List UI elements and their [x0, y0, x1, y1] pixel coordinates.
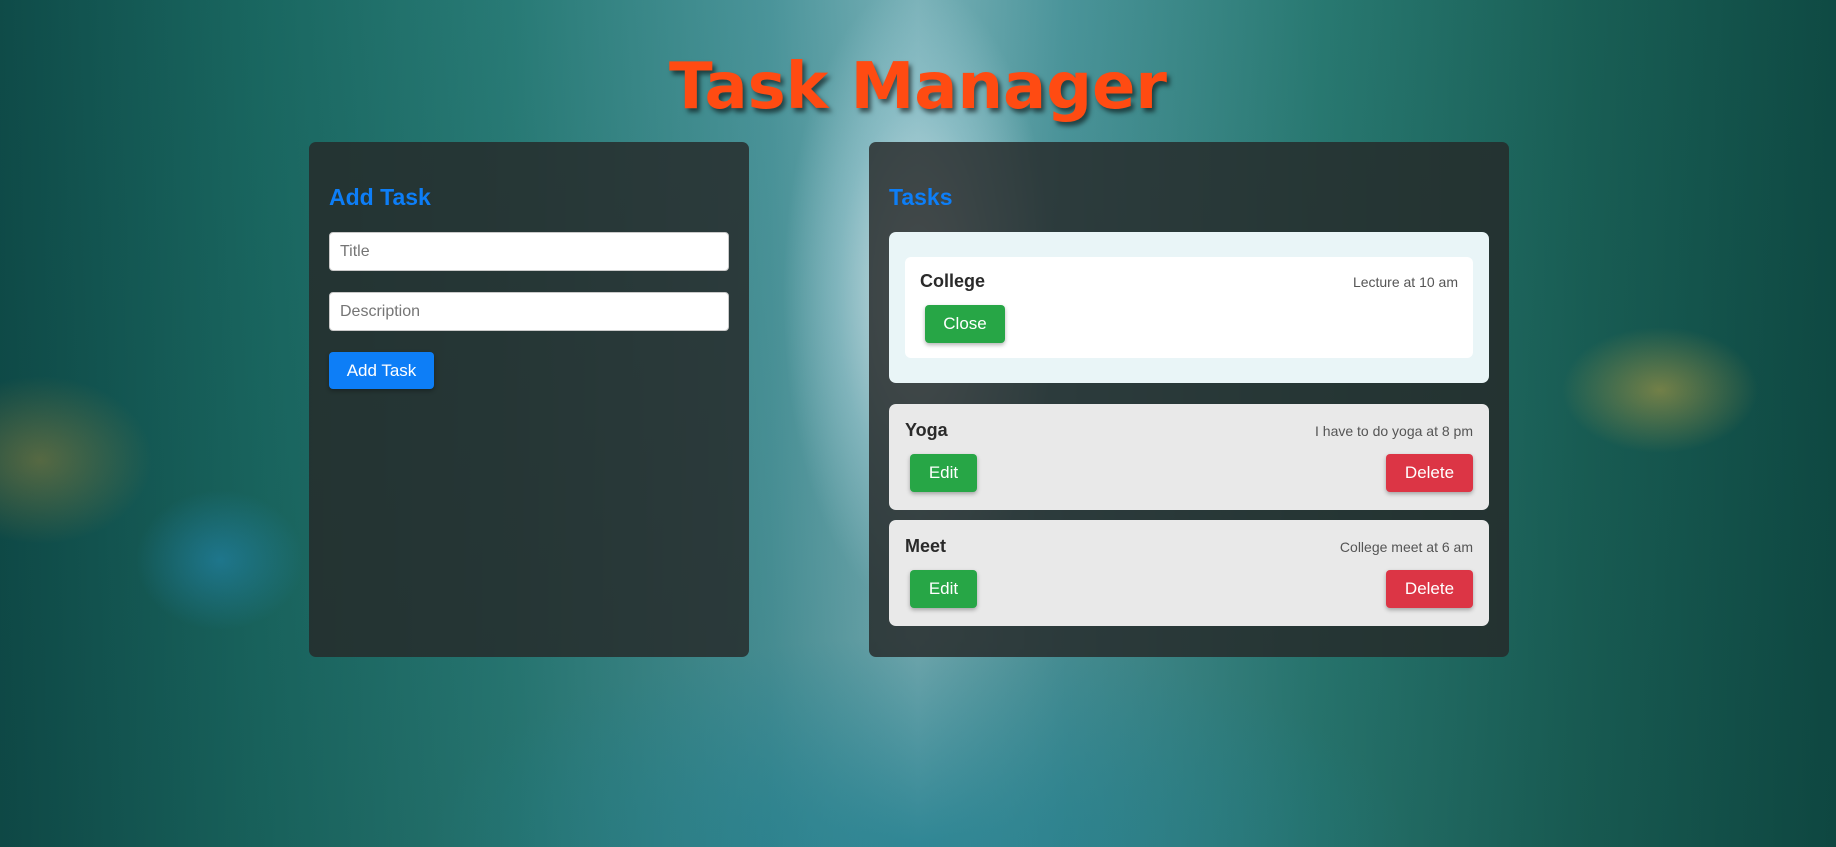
- edit-button[interactable]: Edit: [910, 570, 977, 608]
- title-input[interactable]: [329, 232, 729, 271]
- page-title: Task Manager: [669, 50, 1167, 124]
- add-task-heading: Add Task: [329, 184, 431, 210]
- task-item[interactable]: Yoga I have to do yoga at 8 pm Edit Dele…: [889, 404, 1489, 510]
- task-header: College Lecture at 10 am: [920, 271, 1458, 292]
- delete-button[interactable]: Delete: [1386, 570, 1473, 608]
- task-item[interactable]: Meet College meet at 6 am Edit Delete: [889, 520, 1489, 626]
- task-actions: Edit Delete: [905, 454, 1473, 492]
- add-task-panel: Add Task Add Task: [309, 142, 749, 657]
- task-header: Yoga I have to do yoga at 8 pm: [905, 420, 1473, 441]
- task-title: Yoga: [905, 420, 948, 440]
- edit-button[interactable]: Edit: [910, 454, 977, 492]
- task-description: Lecture at 10 am: [1352, 273, 1458, 290]
- tasks-heading: Tasks: [889, 184, 953, 210]
- task-detail-card: College Lecture at 10 am Close: [905, 257, 1473, 358]
- task-actions: Edit Delete: [905, 570, 1473, 608]
- close-button[interactable]: Close: [925, 305, 1005, 343]
- add-task-button[interactable]: Add Task: [329, 352, 434, 389]
- task-title: College: [920, 271, 986, 291]
- delete-button[interactable]: Delete: [1386, 454, 1473, 492]
- task-title: Meet: [905, 536, 947, 556]
- task-description: College meet at 6 am: [1339, 538, 1473, 555]
- task-detail-expanded: College Lecture at 10 am Close: [889, 232, 1489, 383]
- task-header: Meet College meet at 6 am: [905, 536, 1473, 557]
- task-description: I have to do yoga at 8 pm: [1315, 422, 1473, 439]
- description-input[interactable]: [329, 292, 729, 331]
- tasks-panel: Tasks College Lecture at 10 am Close Yog…: [869, 142, 1509, 657]
